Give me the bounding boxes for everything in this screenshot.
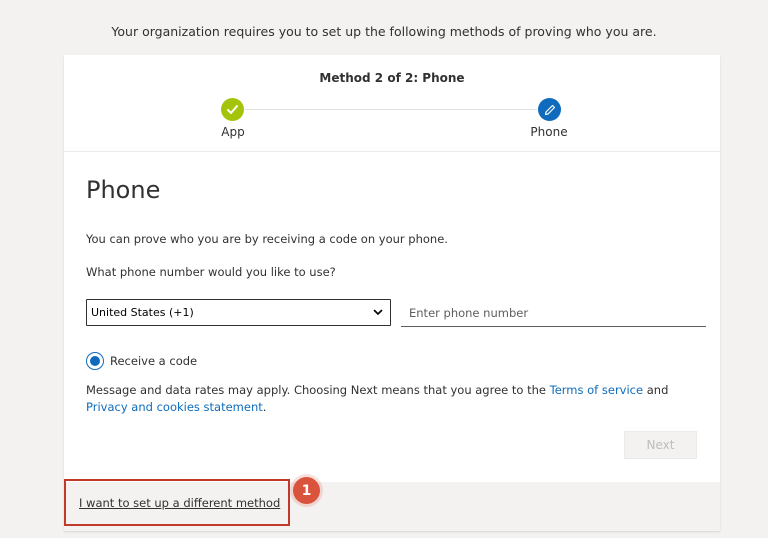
progress-connector	[245, 109, 537, 110]
receive-code-radio[interactable]	[86, 352, 104, 370]
progress-title: Method 2 of 2: Phone	[319, 71, 465, 85]
receive-code-label[interactable]: Receive a code	[110, 354, 197, 368]
terms-prefix: Message and data rates may apply. Choosi…	[86, 383, 550, 397]
country-code-value: United States (+1)	[91, 306, 194, 319]
org-requirement-banner: Your organization requires you to set up…	[111, 24, 657, 39]
chevron-down-icon	[373, 309, 383, 315]
different-method-link[interactable]: I want to set up a different method	[79, 496, 280, 510]
country-code-select[interactable]: United States (+1)	[86, 299, 391, 326]
setup-card: Method 2 of 2: Phone App Phone Phone You…	[64, 55, 720, 531]
step-phone-label: Phone	[530, 125, 568, 139]
phone-number-input[interactable]	[401, 300, 706, 327]
step-app-indicator	[221, 98, 244, 121]
next-button[interactable]: Next	[624, 431, 697, 459]
terms-of-service-link[interactable]: Terms of service	[550, 383, 643, 397]
radio-selected-dot	[90, 356, 100, 366]
page-title: Phone	[86, 176, 161, 204]
phone-description: You can prove who you are by receiving a…	[86, 232, 448, 246]
annotation-highlight-box: I want to set up a different method	[64, 479, 290, 526]
pencil-icon	[544, 104, 555, 115]
receive-code-option[interactable]: Receive a code	[86, 352, 197, 370]
checkmark-icon	[227, 105, 238, 114]
step-phone-indicator	[538, 98, 561, 121]
step-app-label: App	[221, 125, 245, 139]
annotation-callout-badge: 1	[293, 477, 320, 504]
terms-and: and	[643, 383, 669, 397]
terms-suffix: .	[262, 400, 267, 414]
terms-notice: Message and data rates may apply. Choosi…	[86, 382, 706, 416]
method-progress: Method 2 of 2: Phone App Phone	[64, 55, 720, 152]
privacy-statement-link[interactable]: Privacy and cookies statement	[86, 400, 263, 414]
phone-question: What phone number would you like to use?	[86, 265, 336, 279]
